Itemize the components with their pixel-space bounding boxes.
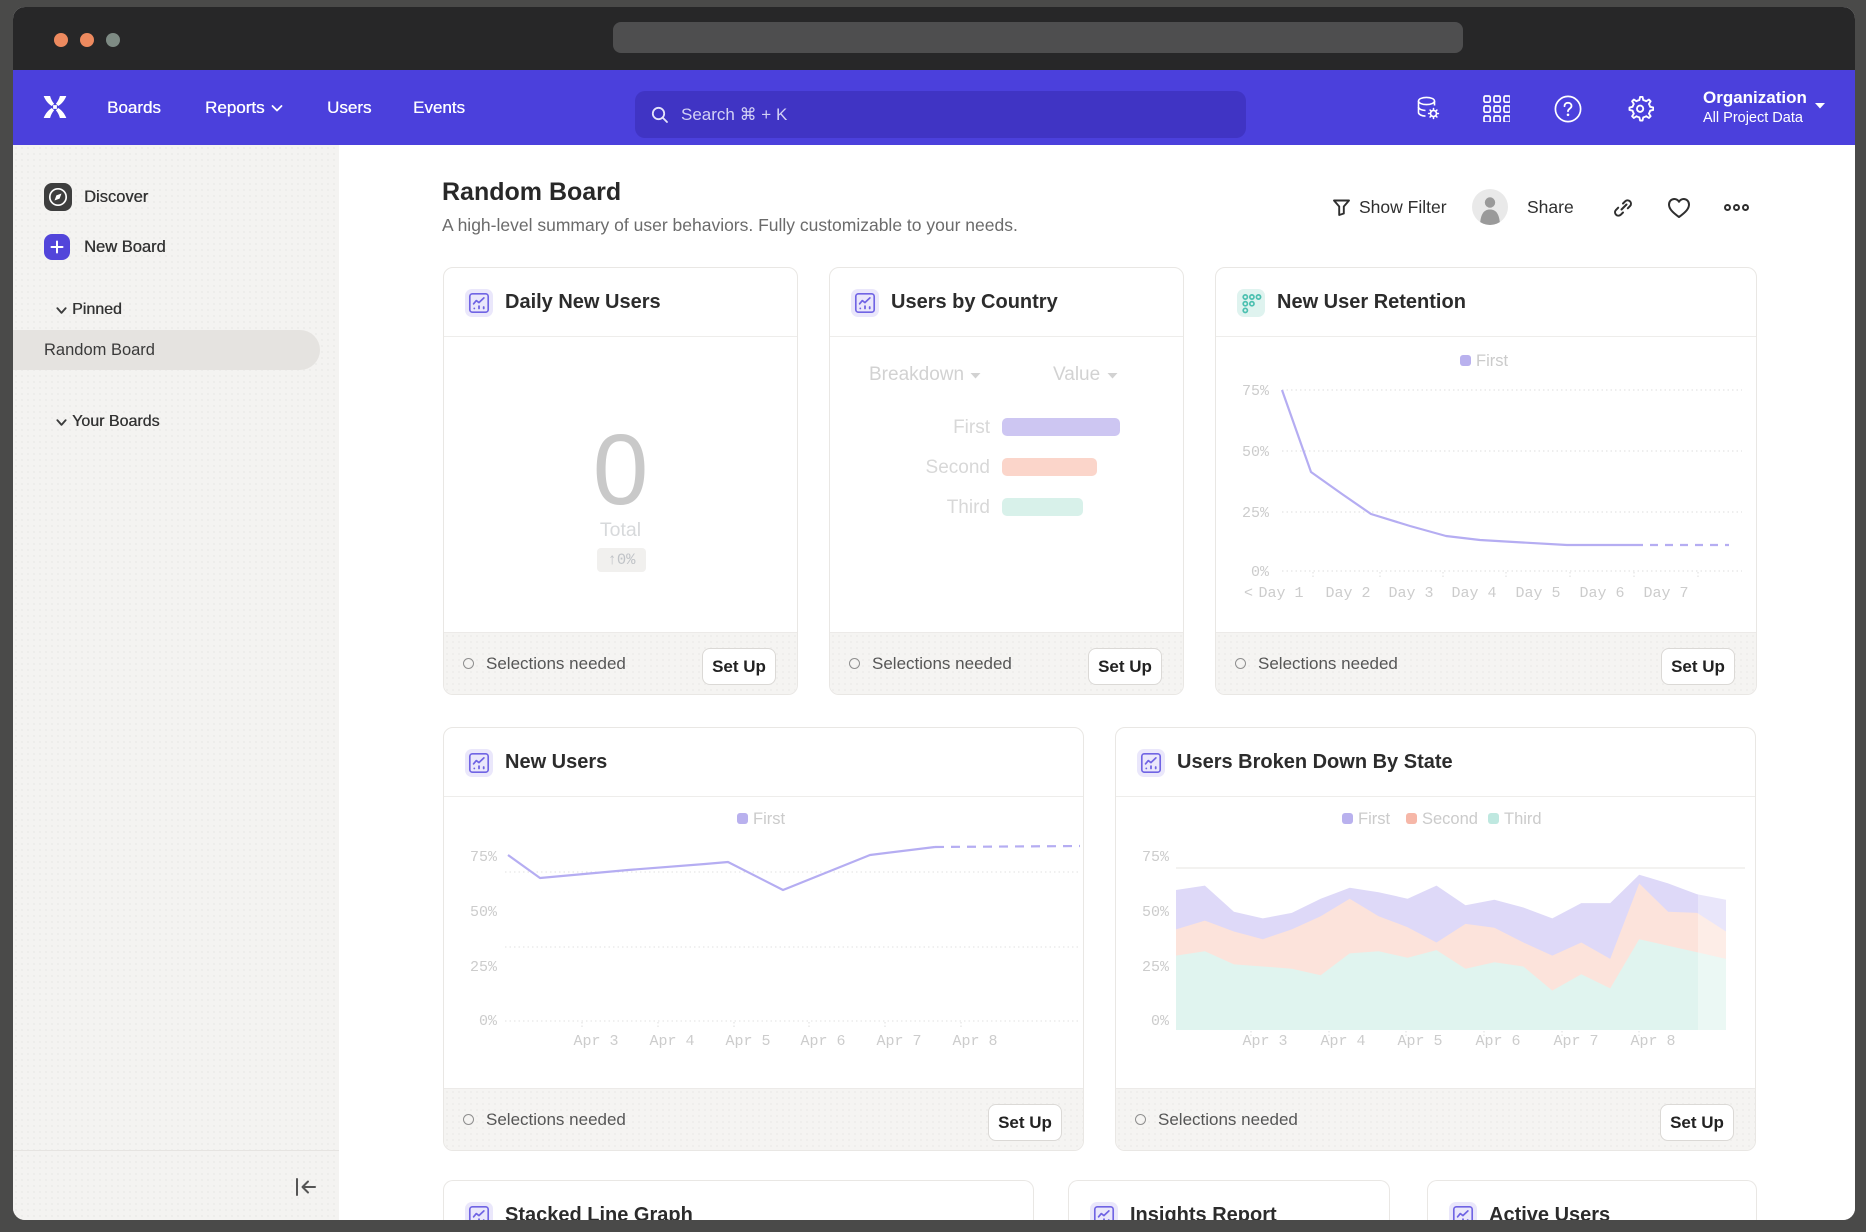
- svg-text:25%: 25%: [1242, 505, 1270, 522]
- svg-text:Apr 3: Apr 3: [1242, 1033, 1287, 1050]
- svg-text:Second: Second: [1422, 810, 1478, 828]
- svg-text:75%: 75%: [1142, 849, 1170, 866]
- svg-text:Apr 7: Apr 7: [876, 1033, 921, 1050]
- svg-text:First: First: [1476, 352, 1508, 370]
- svg-text:75%: 75%: [1242, 383, 1270, 400]
- svg-text:Apr 3: Apr 3: [573, 1033, 618, 1050]
- svg-text:Apr 6: Apr 6: [1475, 1033, 1520, 1050]
- svg-text:Apr 7: Apr 7: [1553, 1033, 1598, 1050]
- svg-text:25%: 25%: [1142, 959, 1170, 976]
- svg-text:50%: 50%: [1142, 904, 1170, 921]
- svg-text:Apr 8: Apr 8: [1630, 1033, 1675, 1050]
- svg-text:Day 3: Day 3: [1388, 585, 1433, 602]
- svg-text:Day 1: Day 1: [1258, 585, 1303, 602]
- svg-text:First: First: [1358, 810, 1390, 828]
- svg-text:Apr 8: Apr 8: [952, 1033, 997, 1050]
- svg-text:Apr 4: Apr 4: [649, 1033, 694, 1050]
- svg-text:0%: 0%: [479, 1013, 498, 1030]
- svg-text:Day 7: Day 7: [1643, 585, 1688, 602]
- svg-text:First: First: [753, 810, 785, 828]
- svg-text:25%: 25%: [470, 959, 498, 976]
- svg-text:Apr 6: Apr 6: [800, 1033, 845, 1050]
- svg-text:50%: 50%: [470, 904, 498, 921]
- svg-text:0%: 0%: [1151, 1013, 1170, 1030]
- svg-text:Apr 4: Apr 4: [1320, 1033, 1365, 1050]
- svg-text:Day 2: Day 2: [1325, 585, 1370, 602]
- svg-text:Apr 5: Apr 5: [725, 1033, 770, 1050]
- svg-text:Day 5: Day 5: [1515, 585, 1560, 602]
- svg-text:Day 4: Day 4: [1451, 585, 1496, 602]
- svg-text:Third: Third: [1504, 810, 1542, 828]
- svg-text:50%: 50%: [1242, 444, 1270, 461]
- svg-text:75%: 75%: [470, 849, 498, 866]
- svg-text:Apr 5: Apr 5: [1397, 1033, 1442, 1050]
- svg-text:<: <: [1244, 585, 1253, 602]
- svg-text:0%: 0%: [1251, 564, 1270, 581]
- svg-text:Day 6: Day 6: [1579, 585, 1624, 602]
